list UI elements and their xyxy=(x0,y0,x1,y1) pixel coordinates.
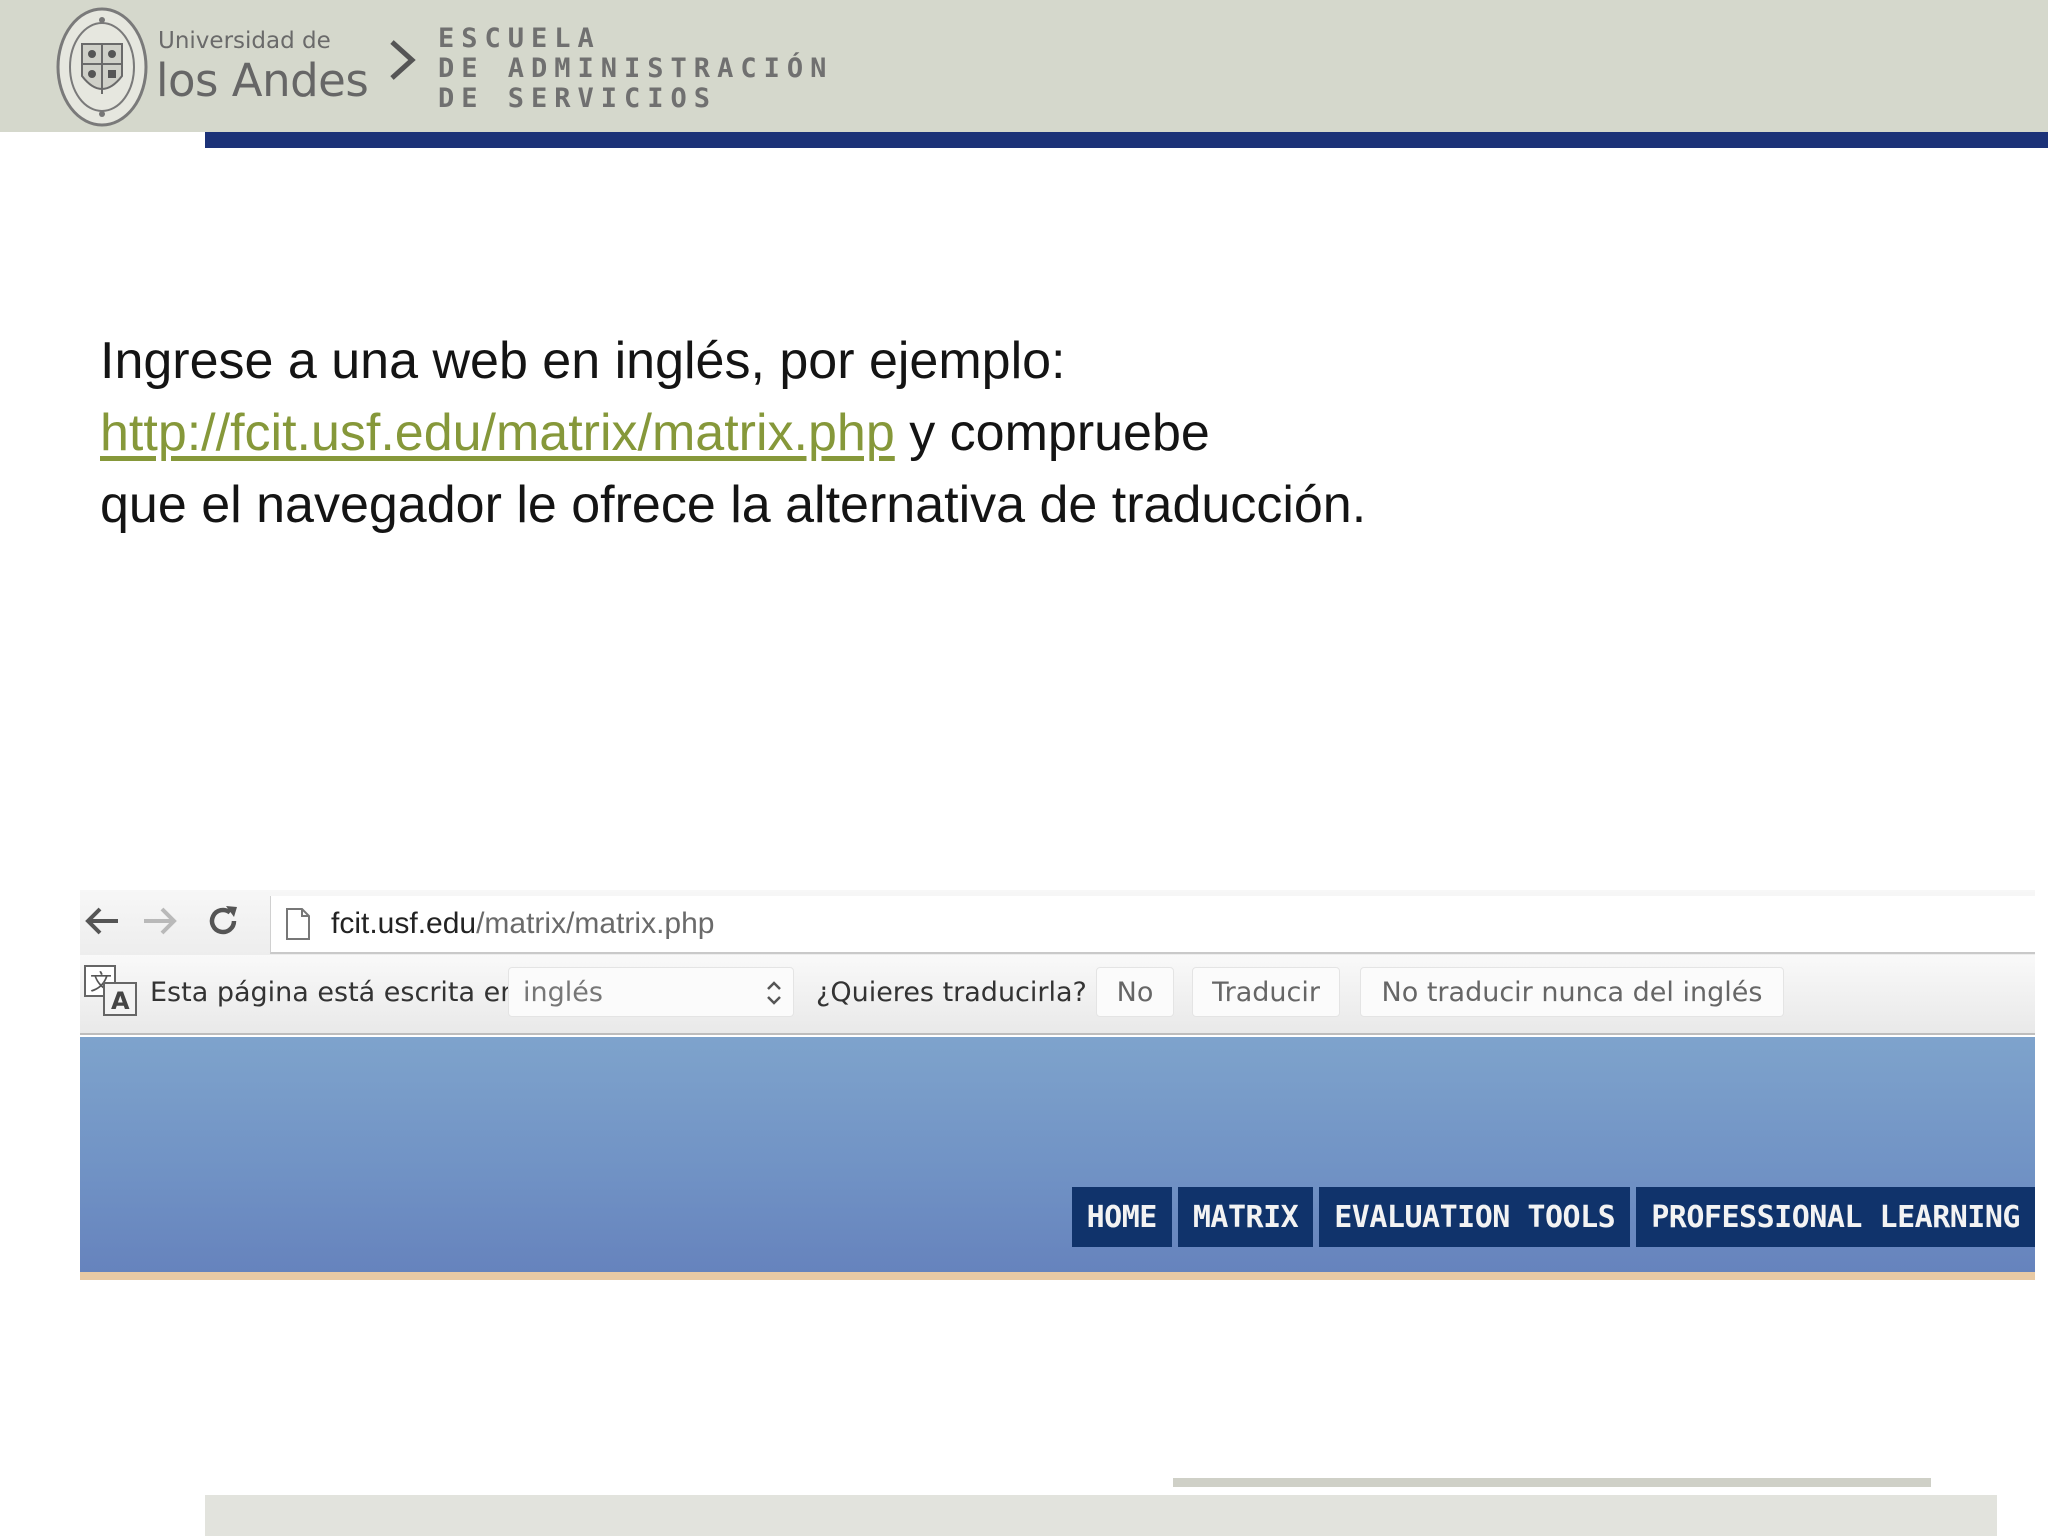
example-link[interactable]: http://fcit.usf.edu/matrix/matrix.php xyxy=(100,404,895,462)
url-domain: fcit.usf.edu xyxy=(331,907,477,940)
nav-evaluation-tools[interactable]: EVALUATION TOOLS xyxy=(1319,1187,1631,1247)
language-select[interactable]: inglés xyxy=(508,967,794,1017)
url-path: /matrix/matrix.php xyxy=(476,907,715,940)
nav-matrix[interactable]: MATRIX xyxy=(1177,1187,1314,1247)
forward-arrow-icon xyxy=(144,907,177,935)
browser-toolbar: fcit.usf.edu/matrix/matrix.php xyxy=(80,890,2035,955)
never-translate-button[interactable]: No traducir nunca del inglés xyxy=(1360,967,1784,1017)
forward-button[interactable] xyxy=(140,900,182,942)
no-button[interactable]: No xyxy=(1096,967,1174,1017)
language-select-value: inglés xyxy=(523,976,603,1008)
university-name: los Andes xyxy=(156,54,369,107)
instruction-line-2: http://fcit.usf.edu/matrix/matrix.php y … xyxy=(100,397,2000,469)
svg-text:A: A xyxy=(111,987,130,1015)
chevron-right-icon xyxy=(390,40,416,80)
footer-rule xyxy=(1173,1478,1931,1487)
infobar-prefix: Esta página está escrita en xyxy=(150,977,518,1008)
footer-band xyxy=(205,1495,1997,1536)
back-button[interactable] xyxy=(80,900,122,942)
header-rule xyxy=(205,132,2048,148)
university-prefix: Universidad de xyxy=(158,28,331,54)
infobar-question: ¿Quieres traducirla? xyxy=(816,977,1087,1008)
instructions-text: Ingrese a una web en inglés, por ejemplo… xyxy=(100,325,2000,541)
university-seal-icon xyxy=(56,7,148,127)
school-line-2: DE ADMINISTRACIÓN xyxy=(438,53,834,84)
reload-button[interactable] xyxy=(202,900,244,942)
school-line-3: DE SERVICIOS xyxy=(438,83,718,114)
school-line-1: ESCUELA xyxy=(438,23,601,54)
browser-screenshot: fcit.usf.edu/matrix/matrix.php 文 A Esta … xyxy=(80,890,2035,1285)
school-name: ESCUELA DE ADMINISTRACIÓN DE SERVICIOS xyxy=(438,24,833,114)
address-bar[interactable]: fcit.usf.edu/matrix/matrix.php xyxy=(270,896,2035,954)
instruction-line-3: que el navegador le ofrece la alternativ… xyxy=(100,476,1367,534)
translate-infobar: 文 A Esta página está escrita en inglés ¿… xyxy=(80,955,2035,1035)
nav-professional-learning[interactable]: PROFESSIONAL LEARNING xyxy=(1636,1187,2035,1247)
document-icon xyxy=(286,908,310,940)
address-url: fcit.usf.edu/matrix/matrix.php xyxy=(331,907,714,941)
select-arrows-icon xyxy=(767,981,781,1005)
translate-button[interactable]: Traducir xyxy=(1192,967,1340,1017)
site-banner-accent xyxy=(80,1272,2035,1280)
site-nav: HOME MATRIX EVALUATION TOOLS PROFESSIONA… xyxy=(1071,1187,2035,1247)
reload-icon xyxy=(209,906,237,935)
instruction-line-2-suffix: y compruebe xyxy=(894,404,1210,462)
translate-icon: 文 A xyxy=(84,965,137,1016)
instruction-line-1: Ingrese a una web en inglés, por ejemplo… xyxy=(100,332,1066,390)
nav-home[interactable]: HOME xyxy=(1071,1187,1172,1247)
back-arrow-icon xyxy=(85,907,118,935)
